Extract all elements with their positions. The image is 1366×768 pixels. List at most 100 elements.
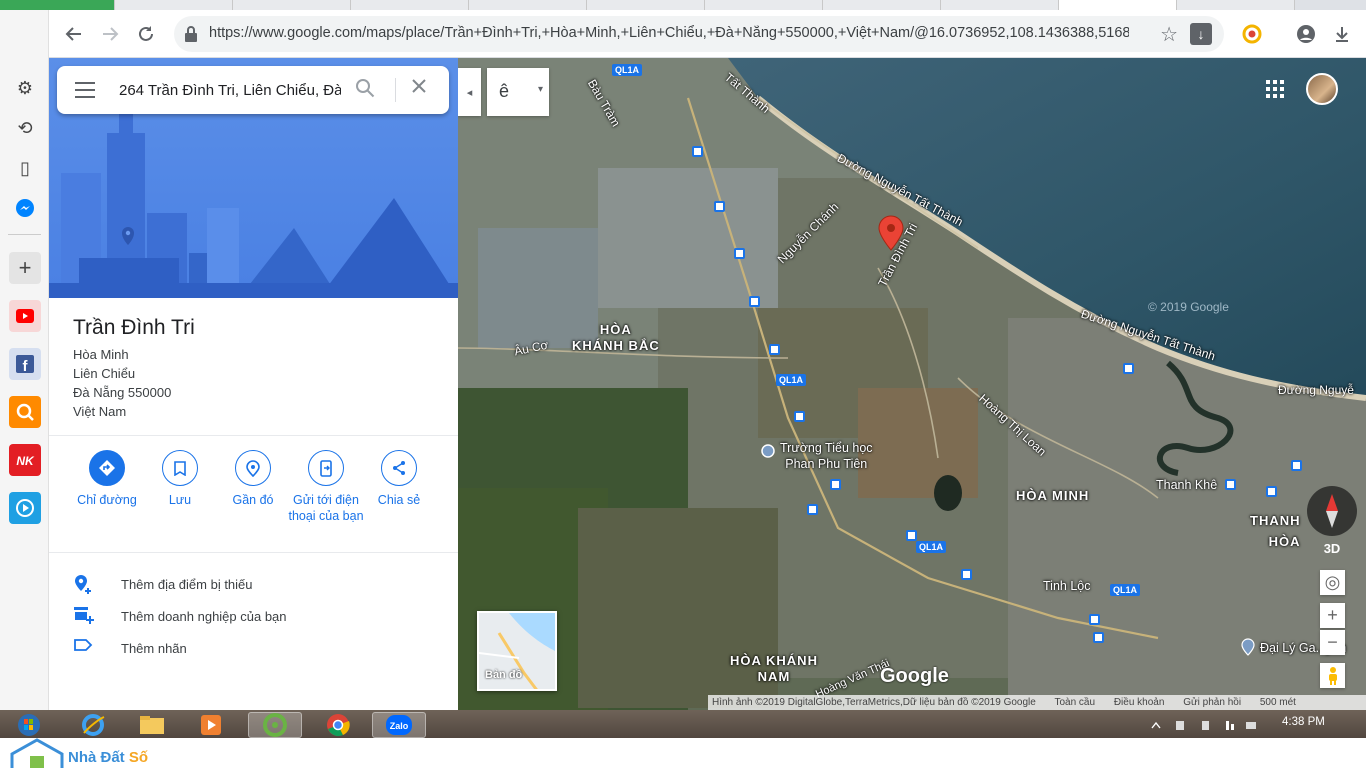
nk-app-icon[interactable]: NK [9, 444, 41, 476]
watermark-brand: Nhà Đất Số [68, 749, 148, 766]
messenger-icon[interactable] [9, 192, 41, 224]
tab-5[interactable] [469, 0, 587, 10]
internet-explorer-icon[interactable] [66, 712, 120, 738]
bus-stop-icon[interactable] [807, 504, 818, 515]
tab-3[interactable] [233, 0, 351, 10]
terms-link[interactable]: Điều khoản [1114, 697, 1165, 708]
share-button[interactable]: Chia sẻ [358, 450, 440, 508]
url-text[interactable]: https://www.google.com/maps/place/Trần+Đ… [209, 25, 1129, 41]
tab-active-green[interactable] [0, 0, 115, 10]
bus-stop-icon[interactable] [794, 411, 805, 422]
my-location-icon[interactable]: ◎ [1320, 570, 1345, 595]
place-panel: Trần Đình Tri Hòa Minh Liên Chiểu Đà Nẵn… [49, 58, 458, 710]
bus-stop-icon[interactable] [1093, 632, 1104, 643]
district-label-thanh-hoa: THANH HÒA [1250, 513, 1301, 549]
downloads-icon[interactable] [1328, 20, 1356, 48]
bus-stop-icon[interactable] [692, 146, 703, 157]
global-link[interactable]: Toàn cầu [1054, 697, 1095, 708]
brand-main: Nhà Đất [68, 749, 129, 766]
compass-icon[interactable] [1307, 486, 1357, 536]
collapse-panel-button[interactable]: ◂ [458, 68, 481, 116]
divider [49, 552, 458, 553]
taskbar-clock[interactable]: 4:38 PM [1282, 716, 1325, 728]
bus-stop-icon[interactable] [906, 530, 917, 541]
tab-maps-current[interactable] [1059, 0, 1177, 10]
search-icon[interactable] [355, 78, 375, 104]
settings-gear-icon[interactable]: ⚙ [9, 72, 41, 104]
media-player-icon[interactable] [184, 712, 238, 738]
coccoc-browser-icon[interactable] [248, 712, 302, 738]
nearby-button[interactable]: Gần đó [212, 450, 294, 508]
business-pin-icon[interactable] [1241, 638, 1255, 656]
tab-2[interactable] [115, 0, 233, 10]
bookmark-star-icon[interactable]: ☆ [1160, 22, 1178, 47]
search-app-icon[interactable] [9, 396, 41, 428]
place-label-tinh-loc: Tinh Lộc [1043, 579, 1091, 593]
bus-stop-icon[interactable] [961, 569, 972, 580]
house-logo-icon [10, 738, 64, 768]
system-tray[interactable] [1150, 718, 1260, 730]
facebook-icon[interactable]: f [9, 348, 41, 380]
chrome-icon[interactable] [311, 712, 365, 738]
add-panel-icon[interactable]: + [9, 252, 41, 284]
tab-9[interactable] [941, 0, 1059, 10]
phone-sync-icon[interactable]: ▯ [9, 152, 41, 184]
school-pin-icon[interactable] [761, 444, 775, 458]
extension-icon[interactable] [1238, 20, 1266, 48]
tab-4[interactable] [351, 0, 469, 10]
bus-stop-icon[interactable] [734, 248, 745, 259]
send-to-phone-label: Gửi tới điện thoại của bạn [288, 493, 364, 523]
install-download-icon[interactable]: ↓ [1190, 23, 1212, 45]
pegman-icon[interactable] [1320, 663, 1345, 688]
history-icon[interactable]: ⟲ [9, 112, 41, 144]
feedback-link[interactable]: Gửi phản hồi [1183, 697, 1241, 708]
add-business-icon [73, 605, 97, 629]
tab-strip [0, 0, 1366, 10]
hamburger-menu-icon[interactable] [75, 82, 95, 98]
save-label: Lưu [168, 493, 192, 507]
bus-stop-icon[interactable] [714, 201, 725, 212]
bus-stop-icon[interactable] [1089, 614, 1100, 625]
add-business-label: Thêm doanh nghiệp của bạn [121, 609, 287, 624]
bookmark-icon [162, 450, 198, 486]
search-input[interactable] [119, 78, 341, 102]
avatar[interactable] [1306, 73, 1338, 105]
3d-toggle-button[interactable]: 3D [1310, 536, 1354, 562]
google-apps-icon[interactable] [1266, 80, 1286, 100]
bus-stop-icon[interactable] [769, 344, 780, 355]
save-button[interactable]: Lưu [139, 450, 221, 508]
svg-text:Zalo: Zalo [390, 721, 409, 731]
clear-search-icon[interactable] [409, 76, 429, 102]
map-layer-select[interactable]: ê ▾ [487, 68, 549, 116]
road-shield-ql1a: QL1A [612, 64, 643, 76]
bus-stop-icon[interactable] [1123, 363, 1134, 374]
bus-stop-icon[interactable] [1266, 486, 1277, 497]
bus-stop-icon[interactable] [830, 479, 841, 490]
browser-toolbar: https://www.google.com/maps/place/Trần+Đ… [0, 10, 1366, 58]
profile-icon[interactable] [1292, 20, 1320, 48]
layer-select-value: ê [499, 81, 510, 101]
back-icon[interactable] [60, 20, 88, 48]
tab-7[interactable] [705, 0, 823, 10]
youtube-icon[interactable] [9, 300, 41, 332]
tab-8[interactable] [823, 0, 941, 10]
tab-11[interactable] [1177, 0, 1295, 10]
map-type-thumbnail[interactable]: Bản đồ [477, 611, 557, 691]
bus-stop-icon[interactable] [1225, 479, 1236, 490]
zalo-icon[interactable]: Zalo [372, 712, 426, 738]
reload-icon[interactable] [132, 20, 160, 48]
satellite-map[interactable]: ◂ ê ▾ Bàu Tràm Tất Thành Đường Nguyễn Tấ… [458, 58, 1366, 710]
media-app-icon[interactable] [9, 492, 41, 524]
file-explorer-icon[interactable] [125, 712, 179, 738]
bus-stop-icon[interactable] [749, 296, 760, 307]
forward-icon[interactable] [96, 20, 124, 48]
zoom-in-button[interactable]: + [1320, 603, 1345, 628]
district-label-hoa-khanh-bac: HÒA KHÁNH BẮC [572, 322, 660, 353]
tab-6[interactable] [587, 0, 705, 10]
directions-button[interactable]: Chỉ đường [66, 450, 148, 508]
address-bar[interactable]: https://www.google.com/maps/place/Trần+Đ… [174, 16, 1224, 52]
send-to-phone-button[interactable]: Gửi tới điện thoại của bạn [285, 450, 367, 524]
zoom-out-button[interactable]: − [1320, 630, 1345, 655]
bus-stop-icon[interactable] [1291, 460, 1302, 471]
start-button[interactable] [2, 712, 56, 738]
